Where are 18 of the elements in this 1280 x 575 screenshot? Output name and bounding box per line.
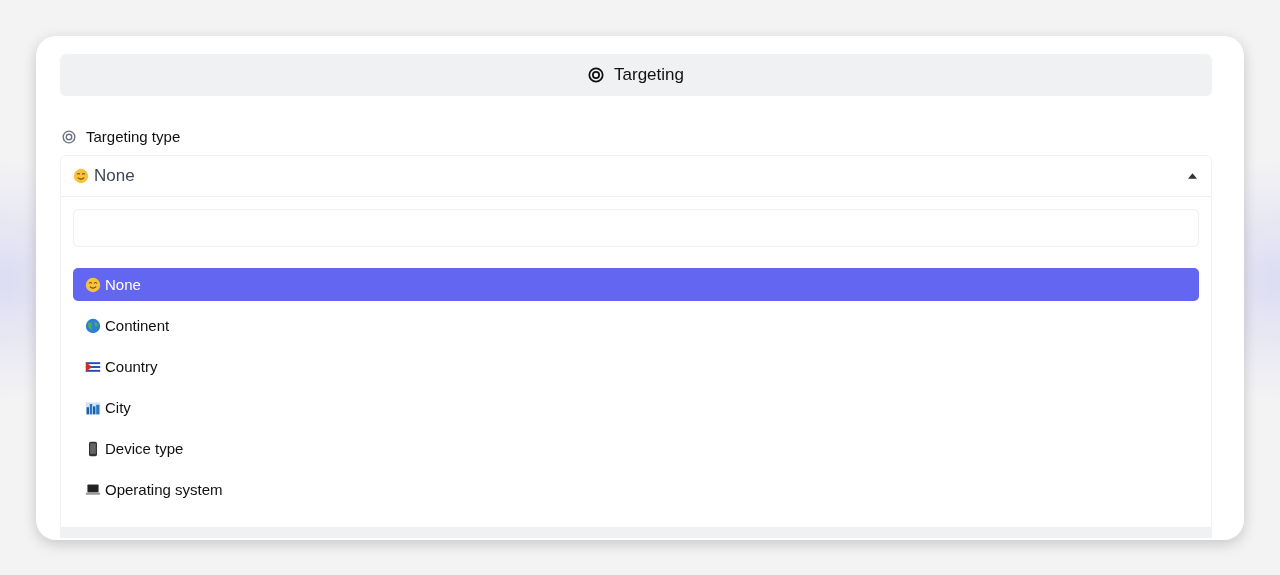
smiley-icon <box>85 276 101 293</box>
select-field[interactable]: None <box>60 155 1212 197</box>
dropdown-option[interactable]: Operating system <box>73 473 1199 506</box>
dropdown-option[interactable]: Device type <box>73 432 1199 465</box>
field-label: Targeting type <box>86 128 181 145</box>
header-title: Targeting <box>614 65 684 85</box>
target-icon <box>588 67 605 83</box>
dropdown-option[interactable]: Country <box>73 350 1199 383</box>
dropdown-option[interactable]: City <box>73 391 1199 424</box>
globe-icon <box>85 317 101 334</box>
city-icon <box>85 399 101 416</box>
laptop-icon <box>85 481 101 498</box>
smiley-icon <box>73 168 89 184</box>
selected-value: None <box>94 166 136 186</box>
dropdown-option[interactable]: None <box>73 268 1199 301</box>
target-icon <box>62 129 76 144</box>
dropdown-option[interactable]: Continent <box>73 309 1199 342</box>
caret-icon[interactable] <box>1188 173 1197 179</box>
